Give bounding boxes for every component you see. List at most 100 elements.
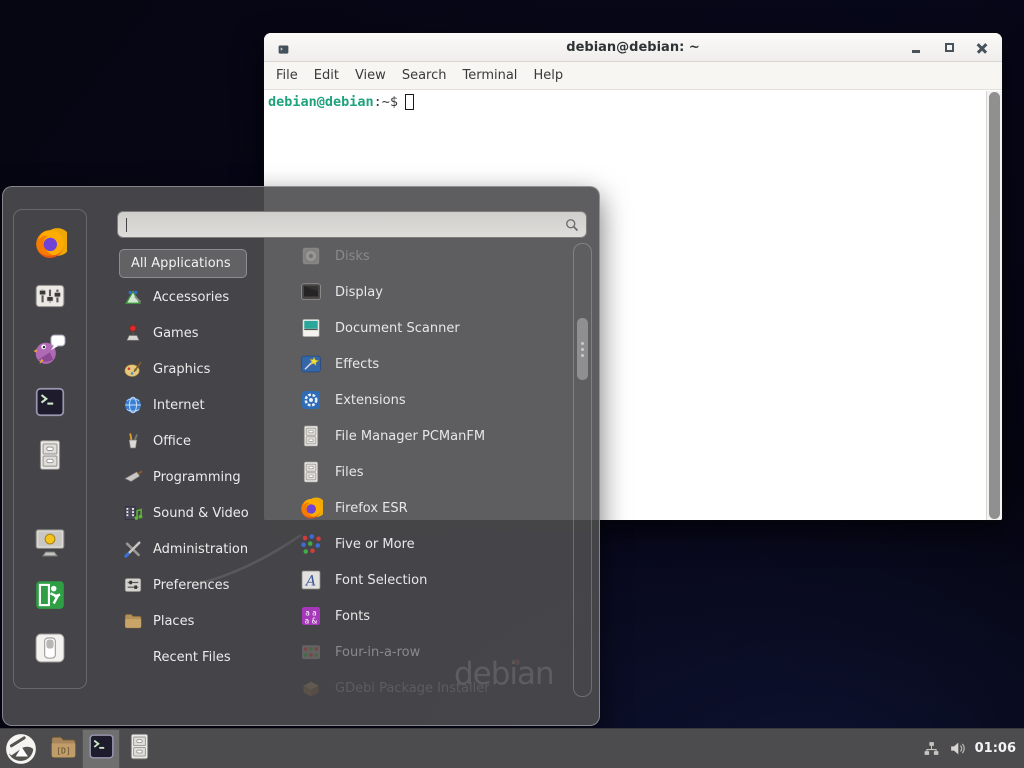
screensaver-icon <box>33 525 67 563</box>
favorite-firefox[interactable] <box>32 227 68 263</box>
category-internet[interactable]: Internet <box>115 387 279 423</box>
app-label: Font Selection <box>335 573 427 588</box>
maximize-button[interactable] <box>941 40 957 56</box>
app-files[interactable]: Files <box>291 454 573 490</box>
category-label: Sound & Video <box>153 506 249 521</box>
taskbar-files-launcher[interactable] <box>120 729 158 768</box>
no-icon <box>123 647 143 667</box>
app-label: Firefox ESR <box>335 501 408 516</box>
menu-scrollbar-track[interactable] <box>573 243 592 697</box>
app-five-or-more-icon <box>299 532 323 556</box>
app-gdebi-package-installer[interactable]: GDebi Package Installer <box>291 670 573 701</box>
app-gdebi-icon <box>299 676 323 700</box>
svg-text:A: A <box>304 574 316 590</box>
category-label: Administration <box>153 542 248 557</box>
app-extensions[interactable]: Extensions <box>291 382 573 418</box>
category-games[interactable]: Games <box>115 315 279 351</box>
terminal-scrollbar-track[interactable] <box>986 91 1002 520</box>
all-applications-button[interactable]: All Applications <box>119 249 247 278</box>
clock[interactable]: 01:06 <box>975 741 1016 756</box>
app-label: Disks <box>335 249 370 264</box>
favorite-file-manager[interactable] <box>32 439 68 475</box>
terminal-menu-terminal[interactable]: Terminal <box>454 64 525 87</box>
app-font-selection[interactable]: A Font Selection <box>291 562 573 598</box>
taskbar-file-manager-launcher[interactable]: [D] <box>44 729 82 768</box>
app-label: GDebi Package Installer <box>335 681 490 696</box>
category-list: Accessories Games GraphicsInternet Office Pr… <box>115 279 279 675</box>
pidgin-icon <box>33 332 67 370</box>
cat-sound-video-icon <box>123 503 143 523</box>
taskbar-terminal-window-button[interactable] <box>82 729 120 768</box>
minimize-button[interactable] <box>908 40 924 56</box>
app-fonts[interactable]: a aa &Fonts <box>291 598 573 634</box>
app-label: Extensions <box>335 393 406 408</box>
app-four-in-a-row[interactable]: Four-in-a-row <box>291 634 573 670</box>
prompt-suffix: :~$ <box>374 94 398 110</box>
category-recent-files[interactable]: Recent Files <box>115 639 279 675</box>
cat-places-icon <box>123 611 143 631</box>
terminal-scrollbar-thumb[interactable] <box>989 92 1000 519</box>
app-document-scanner[interactable]: Document Scanner <box>291 310 573 346</box>
app-effects[interactable]: Effects <box>291 346 573 382</box>
close-button[interactable] <box>974 40 990 56</box>
lock-screen-button[interactable] <box>32 526 68 562</box>
terminal-icon <box>33 385 67 423</box>
category-places[interactable]: Places <box>115 603 279 639</box>
terminal-cursor <box>405 94 414 110</box>
terminal-menu-help[interactable]: Help <box>525 64 571 87</box>
log-out-button[interactable] <box>32 579 68 615</box>
terminal-menu-view[interactable]: View <box>347 64 394 87</box>
app-label: Five or More <box>335 537 415 552</box>
app-fonts-icon: a aa & <box>299 604 323 628</box>
cat-graphics-icon <box>123 359 143 379</box>
application-list: Disks DisplayDocument ScannerEffects Exten… <box>291 238 573 701</box>
app-extensions-icon <box>299 388 323 412</box>
cabinet-icon <box>125 732 154 765</box>
volume-icon[interactable] <box>949 740 966 757</box>
category-preferences[interactable]: Preferences <box>115 567 279 603</box>
category-label: Places <box>153 614 194 629</box>
category-graphics[interactable]: Graphics <box>115 351 279 387</box>
shut-down-button[interactable] <box>32 632 68 668</box>
terminal-menu-search[interactable]: Search <box>394 64 455 87</box>
app-font-selection-icon: A <box>299 568 323 592</box>
app-files-icon <box>299 460 323 484</box>
shutdown-icon <box>33 631 67 669</box>
favorite-volume-mixer[interactable] <box>32 280 68 316</box>
cat-administration-icon <box>123 539 143 559</box>
category-label: Games <box>153 326 198 341</box>
terminal-titlebar[interactable]: debian@debian: ~ <box>264 33 1002 62</box>
menu-scrollbar-thumb[interactable] <box>577 318 588 380</box>
app-disks[interactable]: Disks <box>291 238 573 274</box>
app-label: File Manager PCManFM <box>335 429 485 444</box>
cabinet-icon <box>33 438 67 476</box>
network-icon[interactable] <box>923 740 940 757</box>
category-programming[interactable]: Programming <box>115 459 279 495</box>
category-label: Office <box>153 434 191 449</box>
app-label: Four-in-a-row <box>335 645 420 660</box>
terminal-menu-file[interactable]: File <box>268 64 306 87</box>
app-file-manager-pcmanfm[interactable]: File Manager PCManFM <box>291 418 573 454</box>
terminal-icon <box>87 732 116 765</box>
menu-search-box[interactable] <box>117 211 587 238</box>
category-accessories[interactable]: Accessories <box>115 279 279 315</box>
svg-text:[D]: [D] <box>56 745 71 755</box>
favorite-terminal[interactable] <box>32 386 68 422</box>
menu-button[interactable] <box>4 732 38 766</box>
category-office[interactable]: Office <box>115 423 279 459</box>
category-administration[interactable]: Administration <box>115 531 279 567</box>
category-sound-video[interactable]: Sound & Video <box>115 495 279 531</box>
app-label: Files <box>335 465 364 480</box>
favorite-pidgin[interactable] <box>32 333 68 369</box>
folder-icon: [D] <box>49 732 78 765</box>
category-label: Accessories <box>153 290 229 305</box>
taskbar: [D] 01:06 <box>0 728 1024 768</box>
cat-games-icon <box>123 323 143 343</box>
app-five-or-more[interactable]: Five or More <box>291 526 573 562</box>
app-display[interactable]: Display <box>291 274 573 310</box>
terminal-menu-edit[interactable]: Edit <box>306 64 347 87</box>
terminal-window-title: debian@debian: ~ <box>264 40 1002 55</box>
category-label: Recent Files <box>153 650 231 665</box>
app-firefox-esr[interactable]: Firefox ESR <box>291 490 573 526</box>
search-input[interactable] <box>124 212 564 237</box>
